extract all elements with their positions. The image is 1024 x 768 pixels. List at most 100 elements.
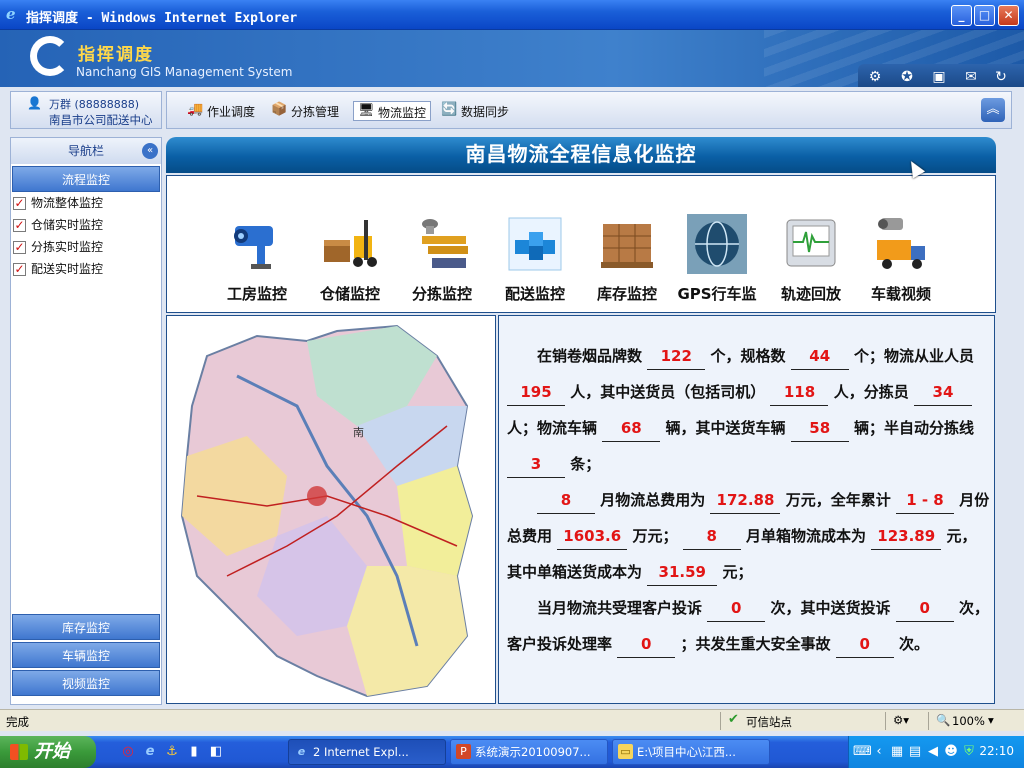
stats-text: 万元，全年累计 [785, 491, 891, 509]
network-icon[interactable]: ▦ [889, 744, 905, 760]
stats-text: ；共发生重大安全事故 [680, 635, 831, 653]
tab-label: 分拣管理 [291, 105, 340, 119]
taskbar-folder-button[interactable]: ▭ E:\项目中心\江西... [612, 739, 770, 765]
monitor-label: 车载视频 [870, 285, 931, 303]
statistics-panel: 在销卷烟品牌数 122 个，规格数 44 个；物流从业人员 195 人，其中送货… [498, 315, 995, 704]
monitor-tray-icon[interactable]: ▤ [907, 744, 923, 760]
module-tabbar: 🚚 作业调度 📦 分拣管理 🖥 物流监控 🔄 数据同步 ︽ [166, 91, 1012, 129]
security-zone: 可信站点 [746, 715, 792, 729]
sidebar-section-process[interactable]: 流程监控 [12, 166, 160, 192]
tab-logistics-monitor[interactable]: 🖥 物流监控 [353, 101, 432, 121]
sidebar-item-overall[interactable]: ✓ 物流整体监控 [13, 194, 103, 214]
protected-mode-icon[interactable]: ⚙▾ [893, 713, 909, 727]
qq-icon[interactable]: ☻ [943, 744, 959, 760]
monitor-factory[interactable]: 工房监控 [217, 214, 297, 304]
map-place-label: 南 [353, 426, 364, 439]
app-logo-icon [30, 36, 70, 76]
star-icon[interactable]: ✪ [898, 68, 916, 86]
box-icon: 📦 [271, 102, 288, 117]
checkbox-checked-icon[interactable]: ✓ [13, 197, 26, 210]
sidebar-section-video[interactable]: 视频监控 [12, 670, 160, 696]
accidents-value: 0 [835, 631, 894, 658]
sidebar-section-vehicle[interactable]: 车辆监控 [12, 642, 160, 668]
delivery-vehicle-count-value: 58 [790, 415, 849, 442]
delivery-complaints-value: 0 [895, 595, 954, 622]
refresh-icon[interactable]: ↻ [992, 68, 1010, 86]
zoom-icon: 🔍 [936, 713, 951, 727]
tab-sorting[interactable]: 📦 分拣管理 [267, 101, 343, 121]
quicklaunch-ie-icon[interactable]: e [142, 744, 158, 760]
maximize-button[interactable]: □ [974, 5, 995, 26]
sidebar-section-inventory[interactable]: 库存监控 [12, 614, 160, 640]
sidebar-item-warehouse[interactable]: ✓ 仓储实时监控 [13, 216, 103, 236]
taskbar-clock[interactable]: 22:10 [979, 744, 1014, 758]
keyboard-icon[interactable]: ⌨ [853, 744, 872, 760]
quicklaunch-app-icon[interactable]: ⚓ [164, 744, 180, 760]
collapse-header-button[interactable]: ︽ [981, 98, 1005, 122]
monitor-gps[interactable]: GPS行车监 [677, 214, 757, 304]
spec-count-value: 44 [790, 343, 849, 370]
stats-text: 月物流总费用为 [600, 491, 706, 509]
camera-icon [234, 226, 273, 269]
browser-status-bar: 完成 ✔ 可信站点 ⚙▾ 🔍 100% ▾ [0, 709, 1024, 731]
nanchang-map[interactable]: 南 [166, 315, 496, 704]
taskbar-ie-button[interactable]: e 2 Internet Expl... [288, 739, 446, 765]
minimize-button[interactable]: _ [951, 5, 972, 26]
checkbox-checked-icon[interactable]: ✓ [13, 219, 26, 232]
stats-text: 人，分拣员 [833, 383, 909, 401]
zoom-dropdown-icon[interactable]: ▾ [988, 713, 994, 727]
month2-value: 8 [682, 523, 741, 550]
sorting-icon [422, 219, 468, 268]
security-shield-icon[interactable]: ⛨ [961, 744, 977, 760]
monitor-track-playback[interactable]: 轨迹回放 [771, 214, 851, 304]
stats-text: 人；物流车辆 [507, 419, 598, 437]
page-title: 南昌物流全程信息化监控 [166, 137, 996, 173]
window-title: 指挥调度 - Windows Internet Explorer [26, 11, 298, 26]
monitor-vehicle-video[interactable]: 车载视频 [861, 214, 941, 304]
start-button[interactable]: 开始 [0, 736, 96, 768]
taskbar-ppt-button[interactable]: P 系统演示20100907... [450, 739, 608, 765]
stats-text: 条； [570, 455, 601, 473]
tray-expand-icon[interactable]: ‹ [871, 744, 887, 760]
staff-count-value: 195 [507, 379, 565, 406]
system-tray: ⌨ ‹ ▦ ▤ ◀ ☻ ⛨ 22:10 [848, 736, 1024, 768]
check-icon: ✔ [728, 712, 739, 727]
zoom-level[interactable]: 100% [952, 714, 985, 728]
unit-delivery-cost-value: 31.59 [647, 559, 718, 586]
collapse-sidebar-icon[interactable]: « [142, 143, 158, 159]
tab-job-dispatch[interactable]: 🚚 作业调度 [183, 101, 259, 121]
checkbox-checked-icon[interactable]: ✓ [13, 263, 26, 276]
tab-data-sync[interactable]: 🔄 数据同步 [437, 101, 513, 121]
taskbar-button-label: 2 Internet Expl... [313, 745, 409, 759]
sidebar-item-label: 物流整体监控 [31, 196, 104, 210]
gear-icon[interactable]: ⚙ [866, 68, 884, 86]
volume-icon[interactable]: ◀ [925, 744, 941, 760]
pallet-icon [601, 224, 653, 268]
sidebar-item-sorting[interactable]: ✓ 分拣实时监控 [13, 238, 103, 258]
brand-count-value: 122 [647, 343, 706, 370]
window-title-bar[interactable]: e 指挥调度 - Windows Internet Explorer _ □ ✕ [0, 0, 1024, 30]
close-button[interactable]: ✕ [998, 5, 1019, 26]
vehicle-count-value: 68 [602, 415, 661, 442]
sidebar-item-label: 配送实时监控 [31, 262, 104, 276]
monitor-warehouse[interactable]: 仓储监控 [310, 214, 390, 304]
monitor-inventory[interactable]: 库存监控 [587, 214, 667, 304]
windows-taskbar: 开始 ◎ e ⚓ ▮ ◧ e 2 Internet Expl... P 系统演示20… [0, 736, 1024, 768]
stats-text: 辆；半自动分拣线 [853, 419, 974, 437]
quicklaunch-desktop-icon[interactable]: ◧ [208, 744, 224, 760]
monitor-label: 轨迹回放 [780, 285, 841, 303]
monitor-sorting[interactable]: 分拣监控 [402, 214, 482, 304]
sidebar-title: 导航栏 [67, 144, 104, 158]
image-icon[interactable]: ▣ [930, 68, 948, 86]
monitor-delivery[interactable]: 配送监控 [495, 214, 575, 304]
user-icon: 👤 [27, 96, 42, 110]
quicklaunch-media-icon[interactable]: ▮ [186, 744, 202, 760]
sidebar-item-delivery[interactable]: ✓ 配送实时监控 [13, 260, 103, 280]
stats-text: 当月物流共受理客户投诉 [537, 599, 703, 617]
mail-icon[interactable]: ✉ [962, 68, 980, 86]
monitor-icon: 🖥 [358, 103, 375, 118]
checkbox-checked-icon[interactable]: ✓ [13, 241, 26, 254]
cubes-icon [508, 217, 562, 271]
quicklaunch-browser-icon[interactable]: ◎ [120, 744, 136, 760]
user-name: 万群 (88888888) [49, 98, 140, 111]
